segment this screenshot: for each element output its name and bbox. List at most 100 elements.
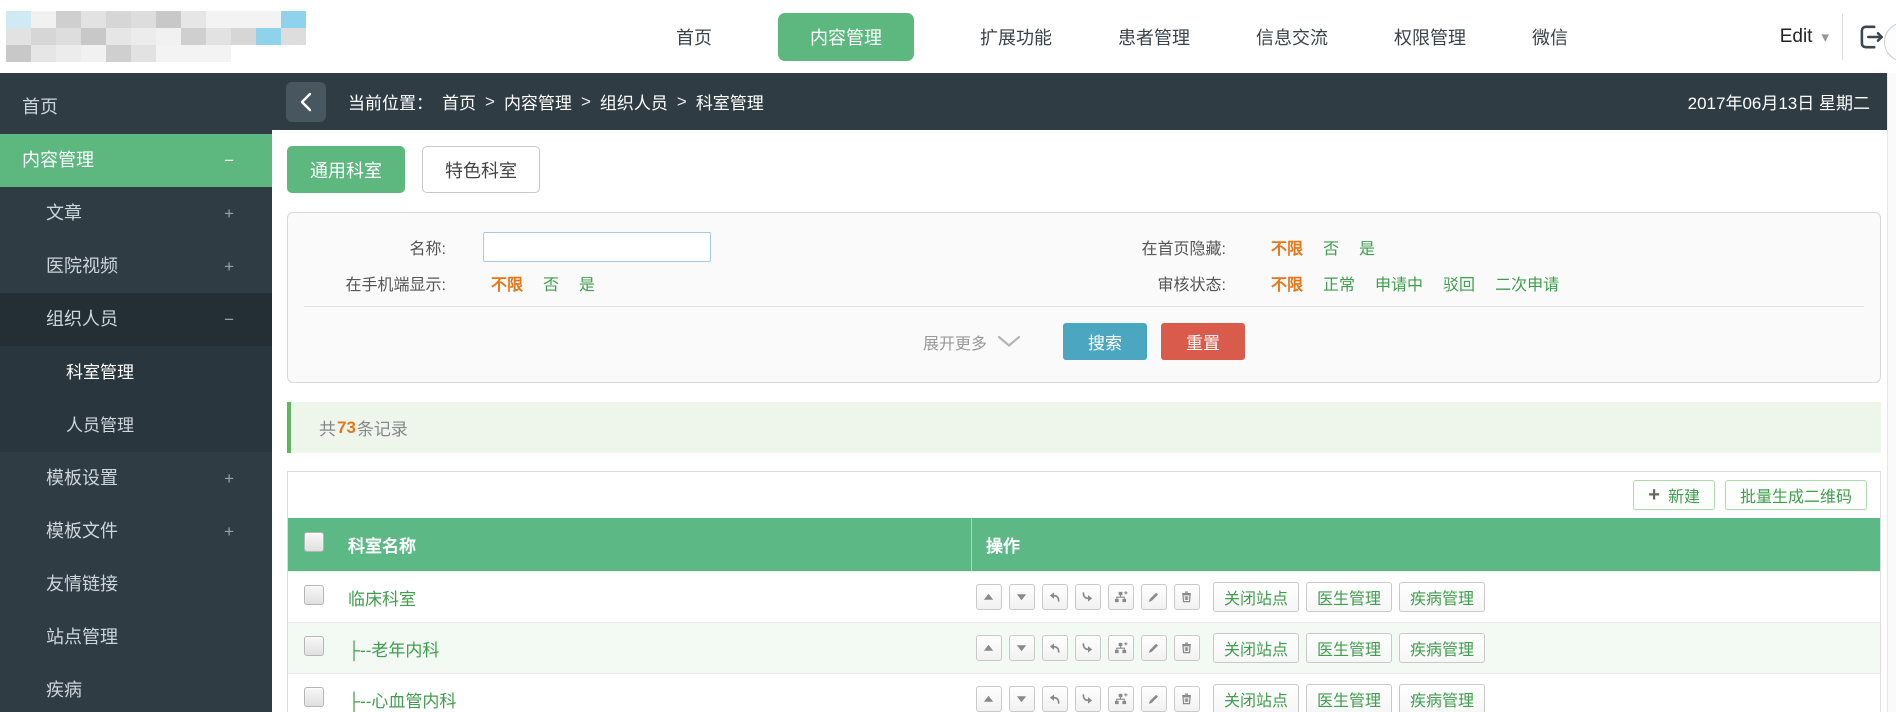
filter-option-二次申请[interactable]: 二次申请: [1495, 271, 1559, 295]
action-add-sub-department-button[interactable]: [1108, 686, 1134, 712]
action-add-sub-department-button[interactable]: [1108, 635, 1134, 661]
expand-plus-icon: +: [224, 187, 234, 240]
sidebar-item-文章[interactable]: 文章+: [0, 187, 272, 240]
search-button[interactable]: 搜索: [1063, 323, 1147, 360]
filter-option-驳回[interactable]: 驳回: [1443, 271, 1475, 295]
logout-icon[interactable]: [1856, 22, 1886, 52]
scrollbar-track[interactable]: [1887, 73, 1896, 712]
action-move-up-button[interactable]: [976, 635, 1002, 661]
filter-option-正常[interactable]: 正常: [1323, 271, 1355, 295]
record-count-suffix: 条记录: [357, 415, 408, 440]
mobile-show-options: 不限否是: [446, 271, 926, 295]
action-move-down-button[interactable]: [1009, 686, 1035, 712]
delete-icon: [1180, 692, 1194, 706]
audit-filter-label: 审核状态:: [926, 271, 1226, 295]
sidebar-item-医院视频[interactable]: 医院视频+: [0, 240, 272, 293]
action-move-to-top-button[interactable]: [1042, 584, 1068, 610]
action-add-sub-department-button[interactable]: [1108, 584, 1134, 610]
action-move-to-top-button[interactable]: [1042, 635, 1068, 661]
new-button[interactable]: + 新建: [1633, 480, 1715, 510]
content: 通用科室特色科室 名称: 在首页隐藏: 不限否是 在手机端显示: 不限否是 审核…: [272, 146, 1896, 712]
top-nav-item-权限管理[interactable]: 权限管理: [1394, 24, 1466, 50]
sidebar-item-模板文件[interactable]: 模板文件+: [0, 505, 272, 558]
action-edit-button[interactable]: [1141, 686, 1167, 712]
row-action-关闭站点-button[interactable]: 关闭站点: [1213, 633, 1299, 663]
row-action-关闭站点-button[interactable]: 关闭站点: [1213, 582, 1299, 612]
dept-table: + 新建 批量生成二维码 科室名称 操作 临床科室关闭站点医生管理疾病管理├--…: [287, 471, 1881, 712]
filter-option-申请中[interactable]: 申请中: [1375, 271, 1423, 295]
breadcrumb-separator: >: [581, 92, 591, 112]
action-delete-button[interactable]: [1174, 686, 1200, 712]
name-filter-input[interactable]: [483, 232, 711, 262]
action-move-to-bottom-button[interactable]: [1075, 635, 1101, 661]
row-action-疾病管理-button[interactable]: 疾病管理: [1399, 684, 1485, 712]
row-action-疾病管理-button[interactable]: 疾病管理: [1399, 633, 1485, 663]
move-to-bottom-icon: [1081, 590, 1095, 604]
site-logo: [6, 8, 306, 64]
expand-plus-icon: +: [224, 452, 234, 505]
sidebar-item-疾病[interactable]: 疾病: [0, 664, 272, 712]
filter-option-不限[interactable]: 不限: [1271, 235, 1303, 259]
row-action-关闭站点-button[interactable]: 关闭站点: [1213, 684, 1299, 712]
back-button[interactable]: [286, 82, 326, 122]
dept-name-link[interactable]: ├--心血管内科: [348, 692, 456, 711]
top-nav-item-内容管理[interactable]: 内容管理: [778, 13, 914, 61]
row-checkbox[interactable]: [304, 687, 324, 707]
top-nav-item-信息交流[interactable]: 信息交流: [1256, 24, 1328, 50]
sidebar-item-友情链接[interactable]: 友情链接: [0, 558, 272, 611]
action-move-down-button[interactable]: [1009, 635, 1035, 661]
action-move-to-bottom-button[interactable]: [1075, 686, 1101, 712]
sidebar-item-内容管理[interactable]: 内容管理−: [0, 134, 272, 187]
expand-more-toggle[interactable]: 展开更多: [923, 330, 1021, 354]
row-checkbox[interactable]: [304, 585, 324, 605]
action-move-up-button[interactable]: [976, 584, 1002, 610]
row-action-医生管理-button[interactable]: 医生管理: [1306, 582, 1392, 612]
tab-通用科室[interactable]: 通用科室: [287, 146, 405, 193]
move-up-icon: [982, 590, 996, 604]
top-nav-item-扩展功能[interactable]: 扩展功能: [980, 24, 1052, 50]
dept-name-link[interactable]: ├--老年内科: [348, 641, 439, 660]
row-action-疾病管理-button[interactable]: 疾病管理: [1399, 582, 1485, 612]
sidebar-item-组织人员[interactable]: 组织人员−: [0, 293, 272, 346]
select-all-checkbox[interactable]: [304, 532, 324, 552]
breadcrumb-link-内容管理[interactable]: 内容管理: [504, 89, 572, 114]
edit-icon: [1147, 590, 1161, 604]
expand-more-label: 展开更多: [923, 330, 987, 354]
top-nav-item-微信[interactable]: 微信: [1532, 24, 1568, 50]
action-edit-button[interactable]: [1141, 635, 1167, 661]
row-action-医生管理-button[interactable]: 医生管理: [1306, 684, 1392, 712]
top-nav-item-首页[interactable]: 首页: [676, 24, 712, 50]
breadcrumb-link-组织人员[interactable]: 组织人员: [600, 89, 668, 114]
tab-特色科室[interactable]: 特色科室: [422, 146, 540, 193]
top-nav-item-患者管理[interactable]: 患者管理: [1118, 24, 1190, 50]
filter-option-不限[interactable]: 不限: [491, 271, 523, 295]
action-delete-button[interactable]: [1174, 584, 1200, 610]
filter-option-是[interactable]: 是: [1359, 235, 1375, 259]
reset-button[interactable]: 重置: [1161, 323, 1245, 360]
add-sub-department-icon: [1114, 590, 1128, 604]
action-move-up-button[interactable]: [976, 686, 1002, 712]
row-action-医生管理-button[interactable]: 医生管理: [1306, 633, 1392, 663]
action-delete-button[interactable]: [1174, 635, 1200, 661]
sidebar-item-科室管理[interactable]: 科室管理: [0, 346, 272, 399]
breadcrumb-link-科室管理[interactable]: 科室管理: [696, 89, 764, 114]
action-move-to-bottom-button[interactable]: [1075, 584, 1101, 610]
action-move-to-top-button[interactable]: [1042, 686, 1068, 712]
filter-option-是[interactable]: 是: [579, 271, 595, 295]
batch-qr-button[interactable]: 批量生成二维码: [1725, 480, 1867, 510]
row-checkbox[interactable]: [304, 636, 324, 656]
filter-option-否[interactable]: 否: [543, 271, 559, 295]
sidebar-item-站点管理[interactable]: 站点管理: [0, 611, 272, 664]
breadcrumb-link-首页[interactable]: 首页: [442, 89, 476, 114]
sidebar-item-模板设置[interactable]: 模板设置+: [0, 452, 272, 505]
table-row: ├--心血管内科 关闭站点医生管理疾病管理: [288, 673, 1880, 712]
filter-option-否[interactable]: 否: [1323, 235, 1339, 259]
filter-option-不限[interactable]: 不限: [1271, 271, 1303, 295]
sidebar-item-首页[interactable]: 首页: [0, 81, 272, 134]
edit-menu[interactable]: Edit ▾: [1780, 26, 1829, 48]
dept-name-link[interactable]: 临床科室: [348, 590, 416, 609]
action-move-down-button[interactable]: [1009, 584, 1035, 610]
table-toolbar: + 新建 批量生成二维码: [288, 472, 1880, 518]
action-edit-button[interactable]: [1141, 584, 1167, 610]
sidebar-item-人员管理[interactable]: 人员管理: [0, 399, 272, 452]
